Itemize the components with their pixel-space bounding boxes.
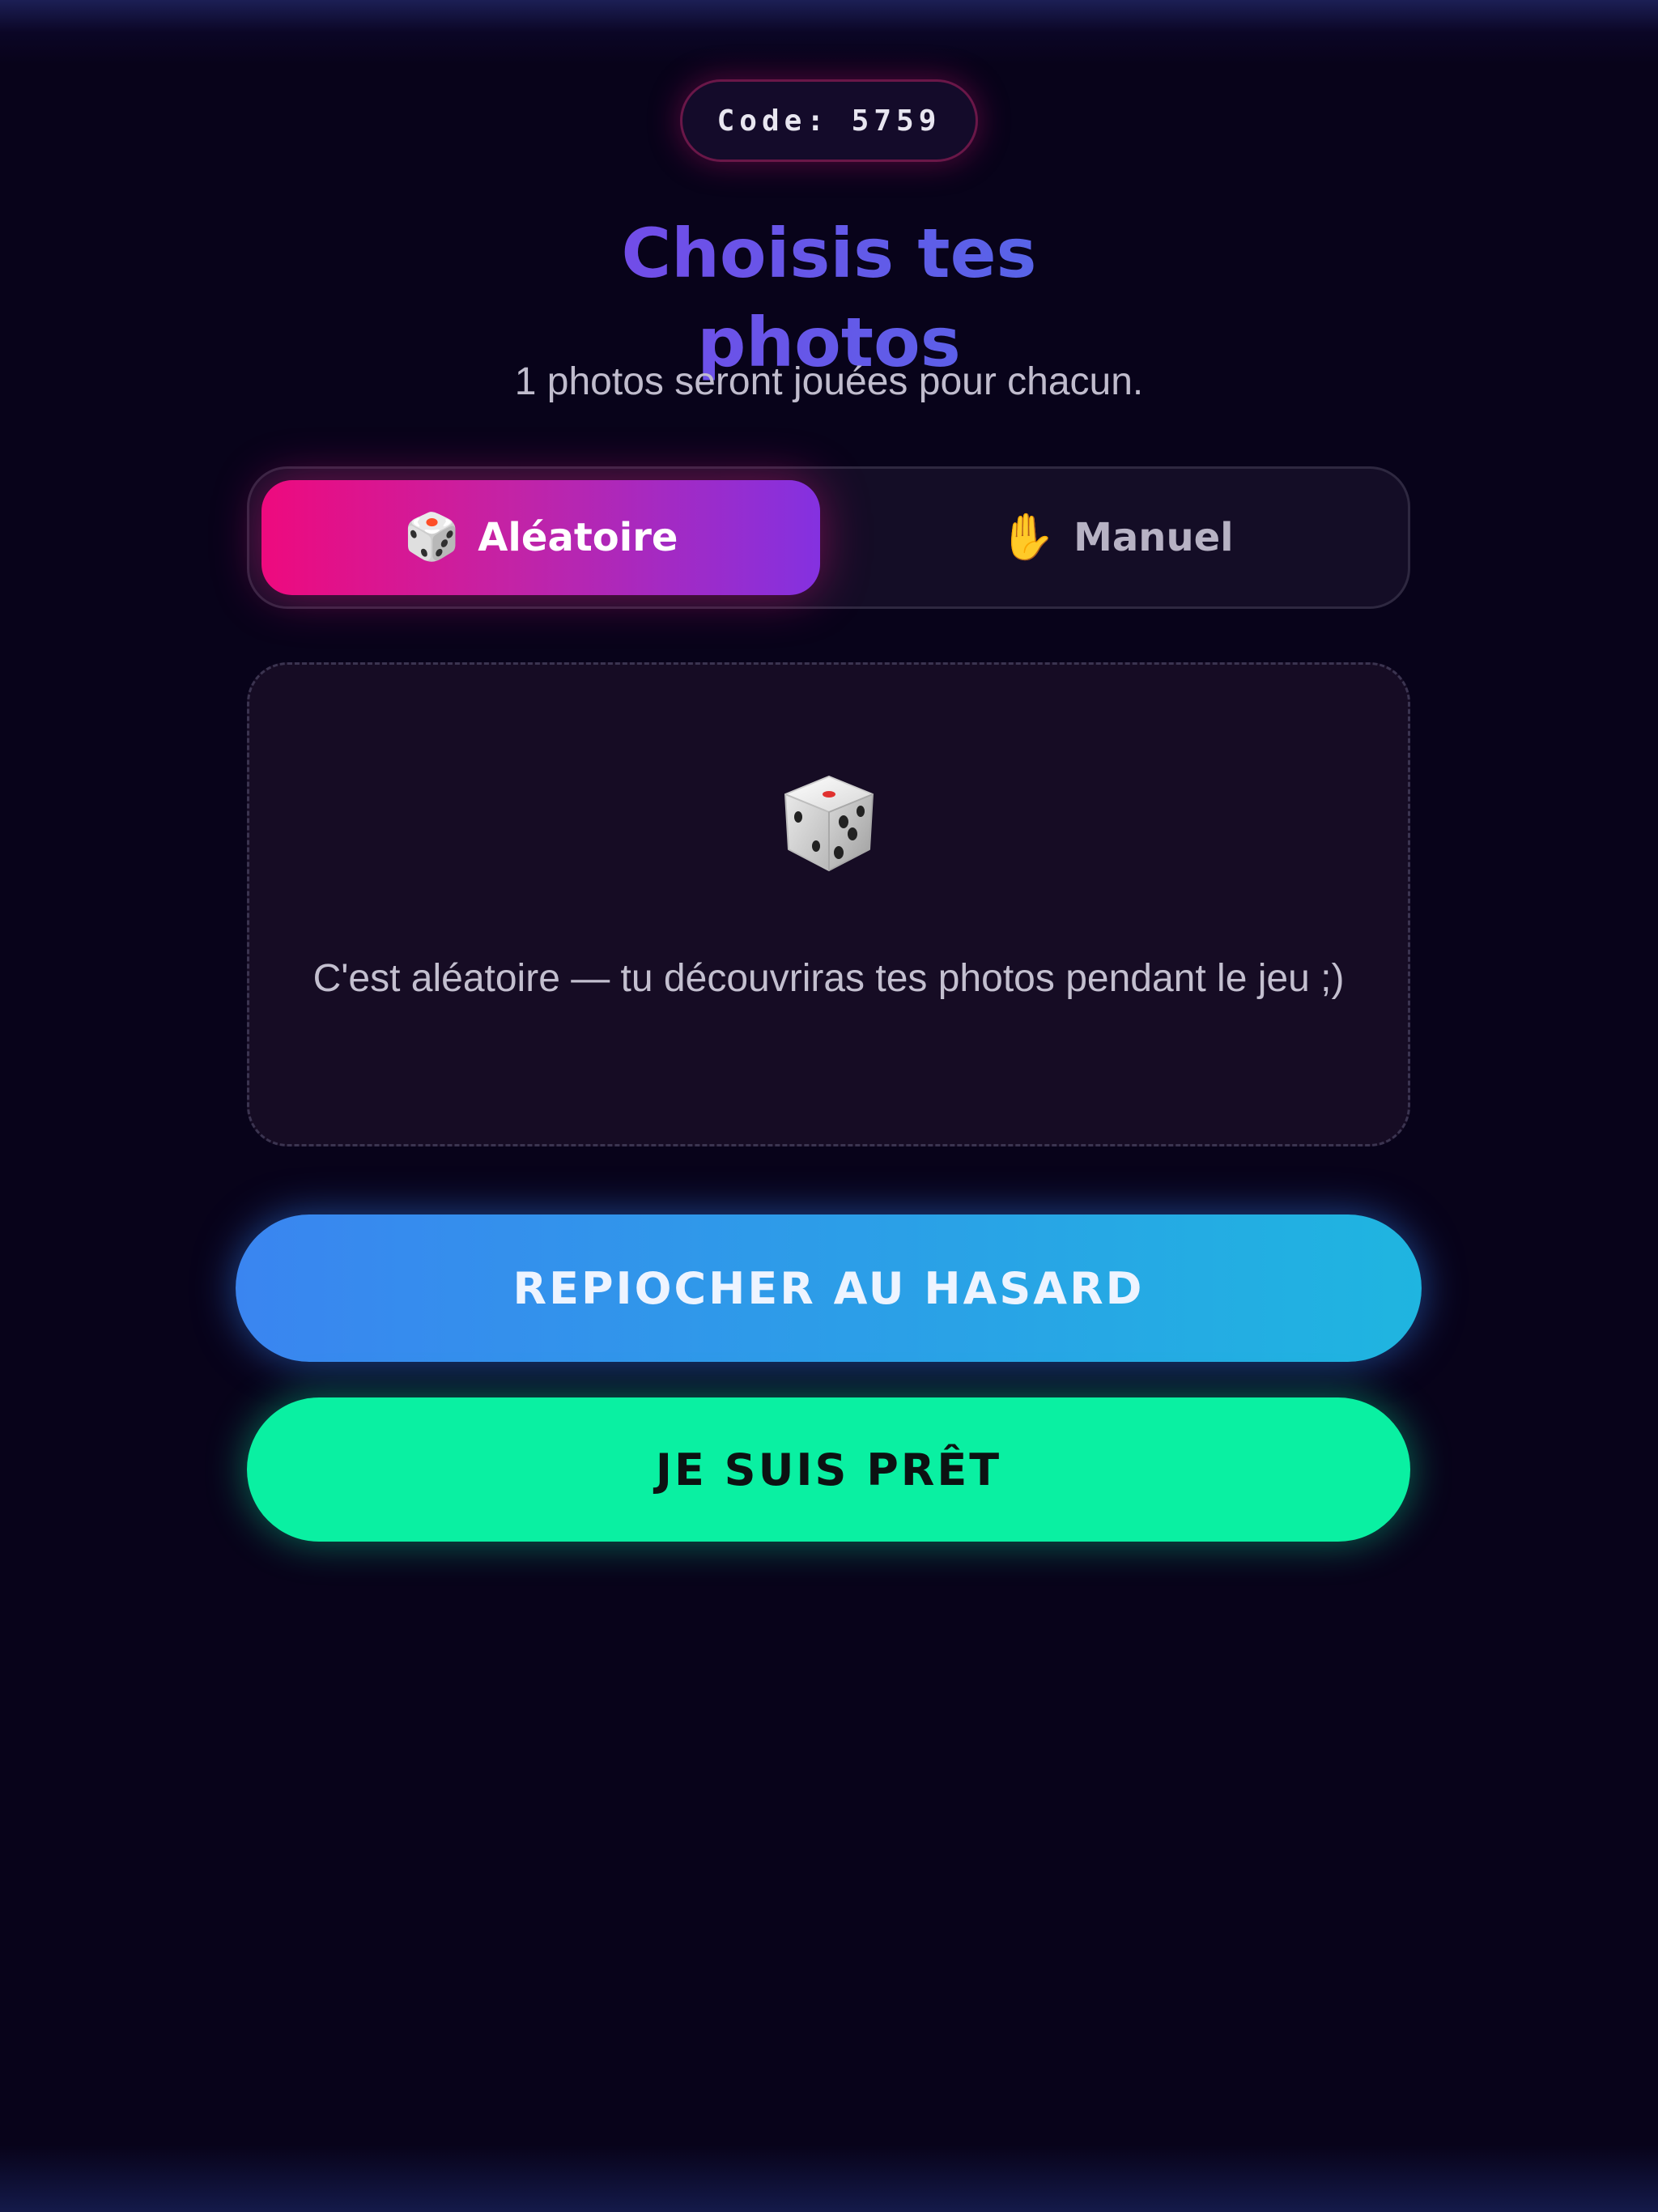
mode-option-manual[interactable]: ✋ Manuel — [837, 480, 1396, 595]
mode-toggle: 🎲 Aléatoire ✋ Manuel — [247, 466, 1410, 609]
mode-option-random[interactable]: 🎲 Aléatoire — [261, 480, 820, 595]
page: Code: 5759 Choisis tes photos 1 photos s… — [0, 0, 1658, 2212]
reroll-button[interactable]: REPIOCHER AU HASARD — [236, 1214, 1422, 1362]
dice-icon: 🎲 — [403, 511, 461, 564]
page-subtitle: 1 photos seront jouées pour chacun. — [514, 360, 1144, 403]
reroll-button-label: REPIOCHER AU HASARD — [512, 1262, 1145, 1314]
random-info-text: C'est aléatoire — tu découvriras tes pho… — [312, 957, 1345, 1000]
random-info-card: C'est aléatoire — tu découvriras tes pho… — [247, 662, 1410, 1146]
ready-button-label: JE SUIS PRÊT — [655, 1444, 1002, 1495]
mode-option-random-label: Aléatoire — [478, 515, 678, 560]
room-code-badge: Code: 5759 — [680, 79, 978, 162]
dice-icon — [784, 776, 874, 871]
raised-hand-icon: ✋ — [999, 511, 1056, 564]
ready-button[interactable]: JE SUIS PRÊT — [247, 1397, 1410, 1542]
mode-option-manual-label: Manuel — [1073, 515, 1234, 560]
room-code-text: Code: 5759 — [716, 104, 942, 138]
